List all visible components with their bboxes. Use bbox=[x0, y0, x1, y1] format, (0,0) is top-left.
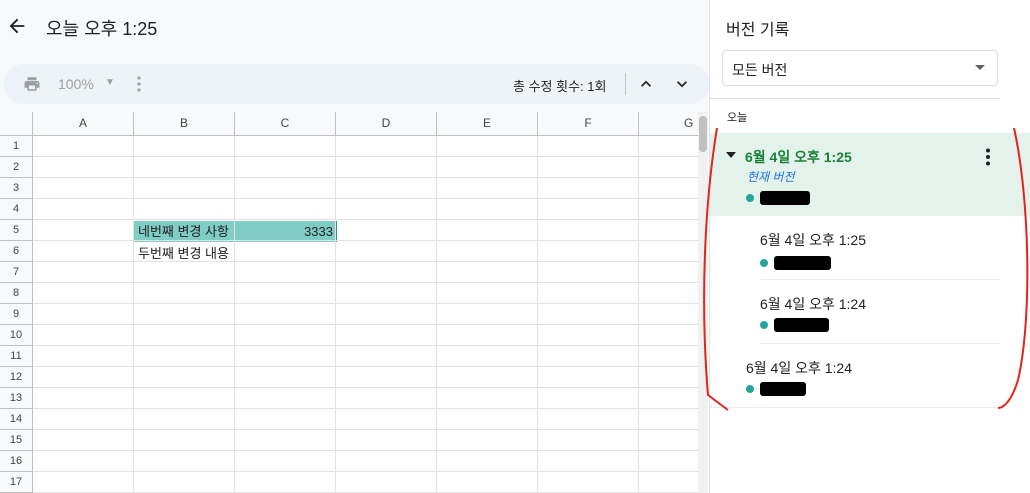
version-time: 6월 4일 오후 1:25 bbox=[760, 232, 867, 248]
panel-divider bbox=[710, 98, 1000, 99]
sheet-grid[interactable]: A B C D E F G 1 2 3 4 5 6 7 8 9 10 11 12 13 14 15 16 17 네… bbox=[0, 112, 698, 493]
grid-column-line bbox=[638, 136, 639, 493]
section-today-label: 오늘 bbox=[727, 112, 748, 124]
zoom-select[interactable]: 100% bbox=[58, 76, 94, 92]
version-editor bbox=[746, 380, 806, 398]
spreadsheet-pane: 오늘 오후 1:25 100% ▼ 총 수정 횟수: 1회 A B C D E … bbox=[0, 0, 710, 493]
redacted-editor-name bbox=[760, 381, 806, 396]
more-vert-icon[interactable] bbox=[134, 74, 144, 94]
cell-c5[interactable]: 3333 bbox=[240, 221, 333, 243]
version-time: 6월 4일 오후 1:25 bbox=[745, 149, 852, 165]
zoom-caret-icon[interactable]: ▼ bbox=[105, 77, 115, 88]
row-header-3[interactable]: 3 bbox=[0, 178, 33, 199]
version-toolbar: 100% ▼ 총 수정 횟수: 1회 bbox=[4, 64, 710, 104]
print-icon[interactable] bbox=[22, 75, 42, 93]
scrollbar-thumb[interactable] bbox=[699, 116, 707, 152]
grid-column-line bbox=[436, 136, 437, 493]
redacted-editor-name bbox=[774, 255, 831, 270]
previous-edit-icon[interactable] bbox=[636, 74, 656, 94]
chevron-down-icon bbox=[975, 65, 985, 70]
editor-color-dot bbox=[760, 258, 768, 267]
version-editor bbox=[746, 189, 810, 207]
version-time: 6월 4일 오후 1:24 bbox=[760, 296, 867, 312]
row-header-13[interactable]: 13 bbox=[0, 388, 33, 409]
row-header-8[interactable]: 8 bbox=[0, 283, 33, 304]
version-time: 6월 4일 오후 1:24 bbox=[746, 360, 853, 376]
version-filter-dropdown[interactable]: 모든 버전 bbox=[722, 50, 998, 86]
row-header-9[interactable]: 9 bbox=[0, 304, 33, 325]
current-version-label: 현재 버전 bbox=[747, 170, 795, 184]
filter-selected-value: 모든 버전 bbox=[732, 62, 788, 78]
column-header-c[interactable]: C bbox=[235, 112, 336, 136]
version-divider bbox=[710, 407, 1000, 408]
highlight-edge bbox=[336, 221, 337, 242]
row-header-7[interactable]: 7 bbox=[0, 262, 33, 283]
toolbar-divider bbox=[625, 73, 626, 95]
version-header: 오늘 오후 1:25 bbox=[0, 0, 708, 58]
grid-column-line bbox=[234, 136, 235, 493]
row-header-12[interactable]: 12 bbox=[0, 367, 33, 388]
editor-color-dot bbox=[760, 320, 768, 329]
column-header-g[interactable]: G bbox=[639, 112, 698, 136]
row-header-10[interactable]: 10 bbox=[0, 325, 33, 346]
sheet-scrollbar[interactable] bbox=[698, 112, 708, 493]
row-header-14[interactable]: 14 bbox=[0, 409, 33, 430]
column-header-e[interactable]: E bbox=[437, 112, 538, 136]
row-header-5[interactable]: 5 bbox=[0, 220, 33, 241]
version-item[interactable]: 6월 4일 오후 1:24 bbox=[710, 344, 1030, 408]
row-header-1[interactable]: 1 bbox=[0, 136, 33, 157]
select-all-corner[interactable] bbox=[0, 112, 33, 136]
editor-color-dot bbox=[746, 193, 754, 202]
row-header-16[interactable]: 16 bbox=[0, 451, 33, 472]
expand-arrow-icon[interactable] bbox=[726, 152, 736, 158]
column-header-d[interactable]: D bbox=[336, 112, 437, 136]
version-history-panel: 버전 기록 모든 버전 오늘 6월 4일 오후 1:25 현재 버전 6월 4일… bbox=[709, 0, 1030, 493]
version-item-current[interactable]: 6월 4일 오후 1:25 현재 버전 bbox=[710, 133, 1030, 216]
grid-column-line bbox=[537, 136, 538, 493]
row-header-2[interactable]: 2 bbox=[0, 157, 33, 178]
column-header-a[interactable]: A bbox=[33, 112, 134, 136]
page-title: 오늘 오후 1:25 bbox=[46, 19, 158, 39]
row-header-17[interactable]: 17 bbox=[0, 472, 33, 493]
column-header-b[interactable]: B bbox=[134, 112, 235, 136]
row-header-4[interactable]: 4 bbox=[0, 199, 33, 220]
grid-column-line bbox=[133, 136, 134, 493]
panel-title: 버전 기록 bbox=[726, 22, 790, 39]
editor-color-dot bbox=[746, 384, 754, 393]
row-header-6[interactable]: 6 bbox=[0, 241, 33, 262]
back-arrow-icon[interactable] bbox=[6, 15, 28, 37]
redacted-editor-name bbox=[760, 190, 810, 205]
cell-b6[interactable]: 두번째 변경 내용 bbox=[138, 243, 234, 265]
cell-b5[interactable]: 네번째 변경 사항 bbox=[138, 221, 234, 243]
row-header-11[interactable]: 11 bbox=[0, 346, 33, 367]
version-editor bbox=[760, 316, 829, 334]
row-header-15[interactable]: 15 bbox=[0, 430, 33, 451]
next-edit-icon[interactable] bbox=[672, 74, 692, 94]
version-item[interactable]: 6월 4일 오후 1:25 bbox=[710, 216, 1030, 280]
version-editor bbox=[760, 254, 831, 272]
more-vert-icon[interactable] bbox=[982, 147, 994, 167]
column-header-f[interactable]: F bbox=[538, 112, 639, 136]
grid-column-line bbox=[335, 136, 336, 493]
edit-count: 총 수정 횟수: 1회 bbox=[513, 79, 607, 94]
redacted-editor-name bbox=[774, 317, 829, 332]
version-item[interactable]: 6월 4일 오후 1:24 bbox=[710, 280, 1030, 344]
